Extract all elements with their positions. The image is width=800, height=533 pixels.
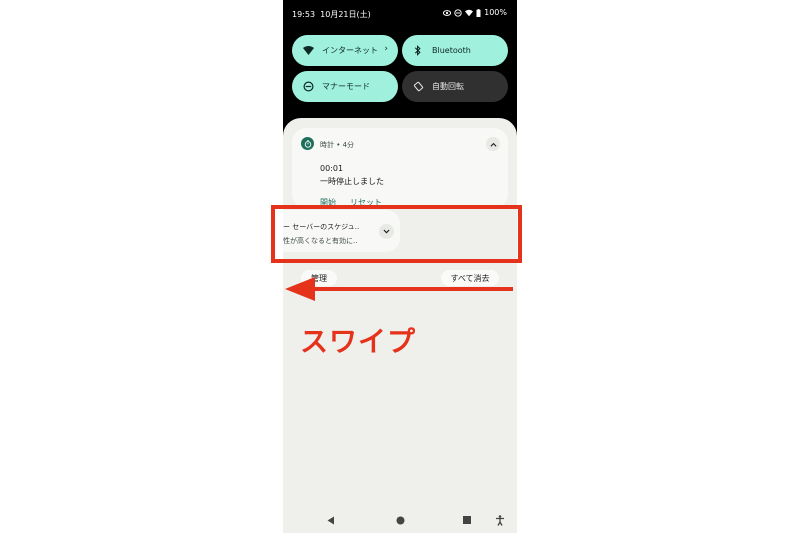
tile-bluetooth[interactable]: Bluetooth bbox=[402, 35, 508, 66]
notification-header: 時計 • 4分 bbox=[320, 141, 355, 149]
tile-auto-rotate[interactable]: 自動回転 bbox=[402, 71, 508, 102]
do-not-disturb-icon bbox=[302, 81, 314, 93]
wifi-icon bbox=[302, 45, 314, 57]
phone-screen: 19:53 10月21日(土) 100% インターネット › Bluetooth… bbox=[283, 0, 517, 533]
status-bar: 19:53 10月21日(土) 100% bbox=[283, 0, 517, 26]
highlight-box bbox=[271, 205, 522, 263]
timer-icon bbox=[301, 137, 314, 150]
auto-rotate-icon bbox=[412, 81, 424, 93]
tile-label: インターネット bbox=[322, 46, 378, 55]
accessibility-icon[interactable] bbox=[494, 514, 506, 526]
tile-silent-mode[interactable]: マナーモード bbox=[292, 71, 398, 102]
tile-label: 自動回転 bbox=[432, 82, 464, 91]
eye-icon bbox=[443, 9, 452, 16]
swipe-left-arrow-icon bbox=[285, 277, 513, 301]
wifi-icon bbox=[465, 9, 474, 16]
status-icons: 100% bbox=[443, 8, 507, 17]
collapse-button[interactable] bbox=[486, 137, 500, 151]
tile-label: Bluetooth bbox=[432, 46, 471, 55]
battery-level: 100% bbox=[484, 8, 507, 17]
back-icon[interactable] bbox=[325, 514, 337, 526]
navigation-bar bbox=[283, 507, 517, 533]
chevron-right-icon: › bbox=[384, 44, 388, 54]
notification-text: 一時停止しました bbox=[320, 177, 384, 186]
do-not-disturb-icon bbox=[454, 8, 462, 17]
home-icon[interactable] bbox=[394, 514, 406, 526]
tile-label: マナーモード bbox=[322, 82, 370, 91]
battery-icon bbox=[476, 8, 481, 17]
tile-internet[interactable]: インターネット › bbox=[292, 35, 398, 66]
chevron-up-icon bbox=[489, 142, 497, 147]
recents-icon[interactable] bbox=[461, 514, 473, 526]
clock-notification[interactable]: 時計 • 4分 00:01 一時停止しました 開始 リセット bbox=[292, 128, 508, 208]
status-date: 10月21日(土) bbox=[320, 10, 371, 19]
swipe-label: スワイプ bbox=[300, 325, 417, 358]
status-time: 19:53 10月21日(土) bbox=[292, 10, 371, 19]
notification-title: 00:01 bbox=[320, 164, 344, 173]
bluetooth-icon bbox=[412, 45, 424, 57]
